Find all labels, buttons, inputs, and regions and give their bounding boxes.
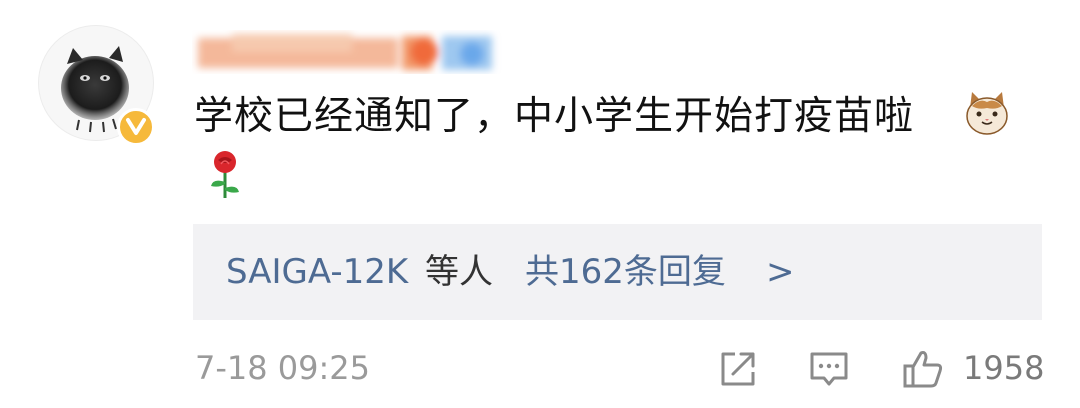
reply-users-suffix: 等人 (425, 252, 493, 292)
like-count: 1958 (963, 349, 1045, 387)
username-blurred[interactable] (192, 24, 510, 82)
comment-text: 学校已经通知了，中小学生开始打疫苗啦 (194, 94, 915, 139)
chevron-right-icon: > (766, 252, 795, 292)
rose-emoji-icon (211, 151, 239, 198)
replies-summary-button[interactable]: SAIGA-12K 等人 共162条回复 > (193, 224, 1042, 320)
reply-users-link[interactable]: SAIGA-12K (226, 250, 408, 294)
blurred-username-image (198, 34, 492, 70)
verified-badge-icon (117, 108, 155, 146)
comment-item: 学校已经通知了，中小学生开始打疫苗啦 SAIGA-12K 等人 共162条回复 … (0, 0, 1080, 408)
share-icon[interactable] (717, 348, 759, 390)
check-v-icon (126, 118, 146, 135)
like-thumbs-up-icon[interactable] (902, 348, 944, 390)
comment-timestamp: 7-18 09:25 (195, 349, 371, 387)
reply-count-link[interactable]: 共162条回复 (525, 250, 726, 294)
comment-icon[interactable] (808, 348, 850, 390)
cat-face-emoji-icon (966, 92, 1008, 135)
